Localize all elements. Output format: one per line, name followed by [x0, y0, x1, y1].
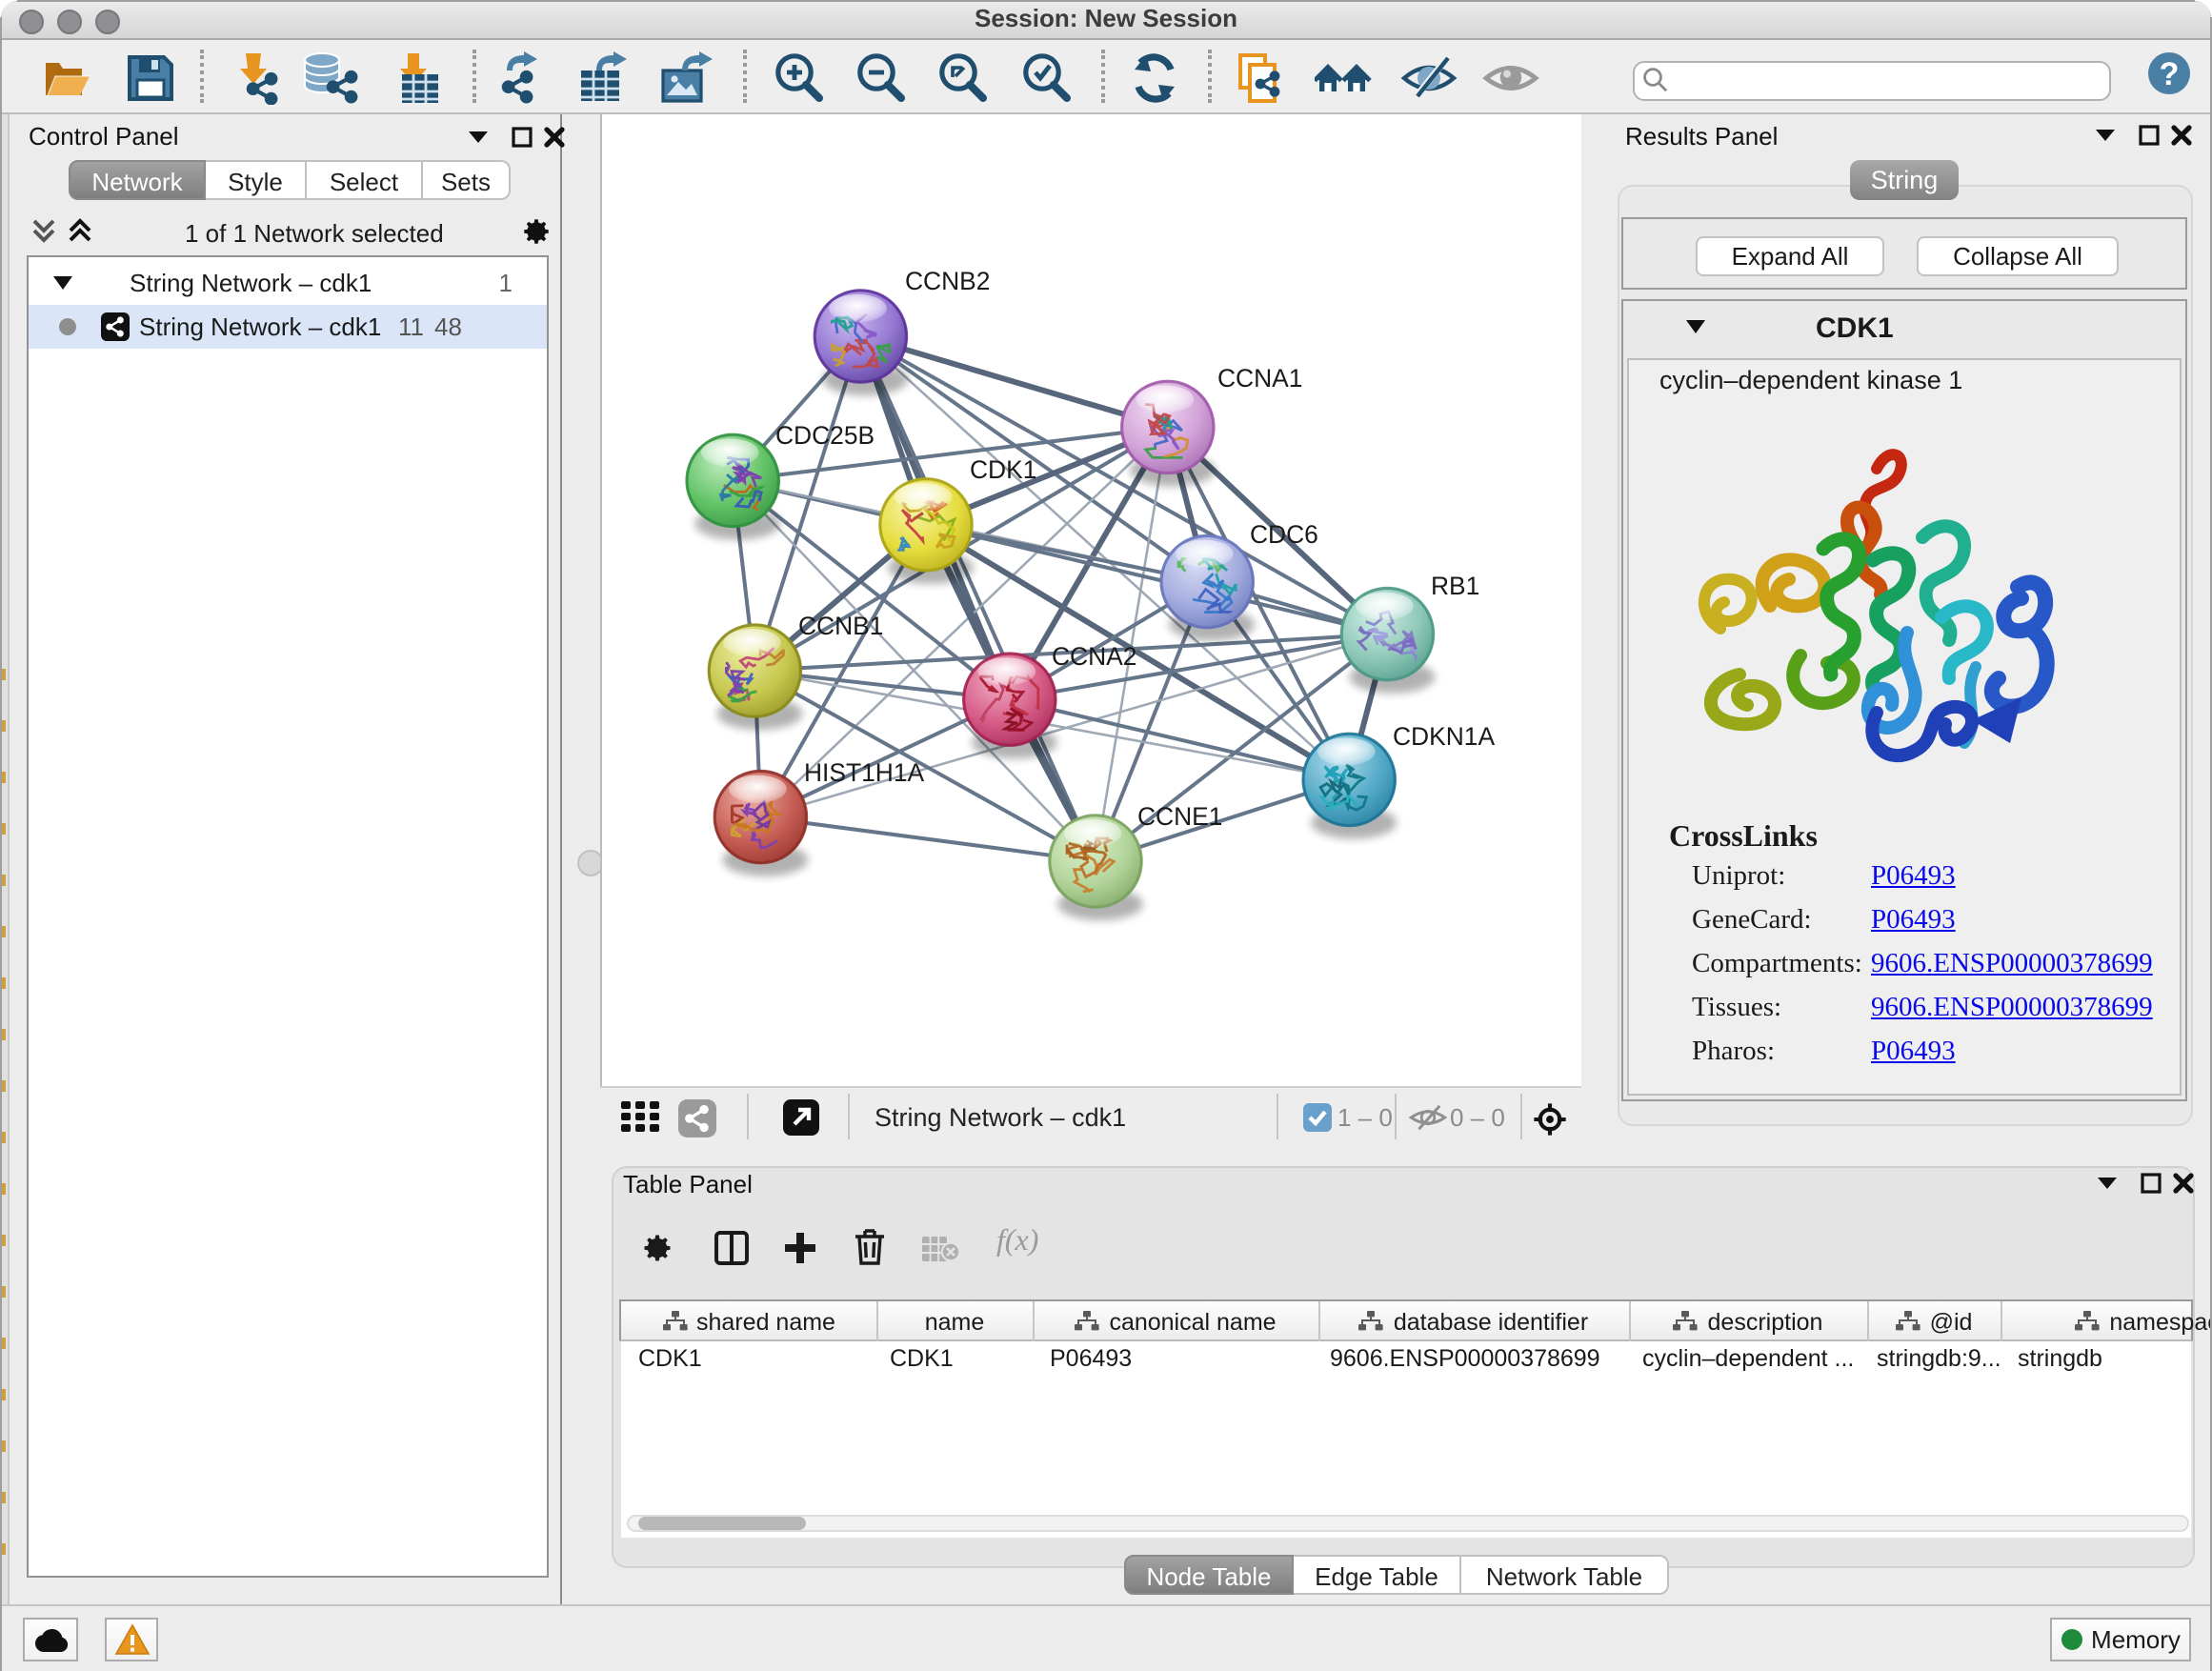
svg-text:CCNB1: CCNB1: [798, 612, 883, 640]
svg-text:CDK1: CDK1: [970, 455, 1036, 484]
svg-text:CCNA1: CCNA1: [1217, 364, 1302, 393]
svg-text:HIST1H1A: HIST1H1A: [804, 758, 925, 787]
svg-text:CDC25B: CDC25B: [775, 421, 875, 450]
svg-text:CCNA2: CCNA2: [1052, 642, 1136, 671]
svg-text:RB1: RB1: [1431, 572, 1479, 600]
svg-text:CDKN1A: CDKN1A: [1393, 722, 1495, 751]
svg-text:CDC6: CDC6: [1250, 520, 1318, 549]
svg-text:CCNE1: CCNE1: [1137, 802, 1222, 831]
svg-text:CCNB2: CCNB2: [905, 267, 990, 295]
svg-text:?: ?: [2160, 56, 2180, 92]
